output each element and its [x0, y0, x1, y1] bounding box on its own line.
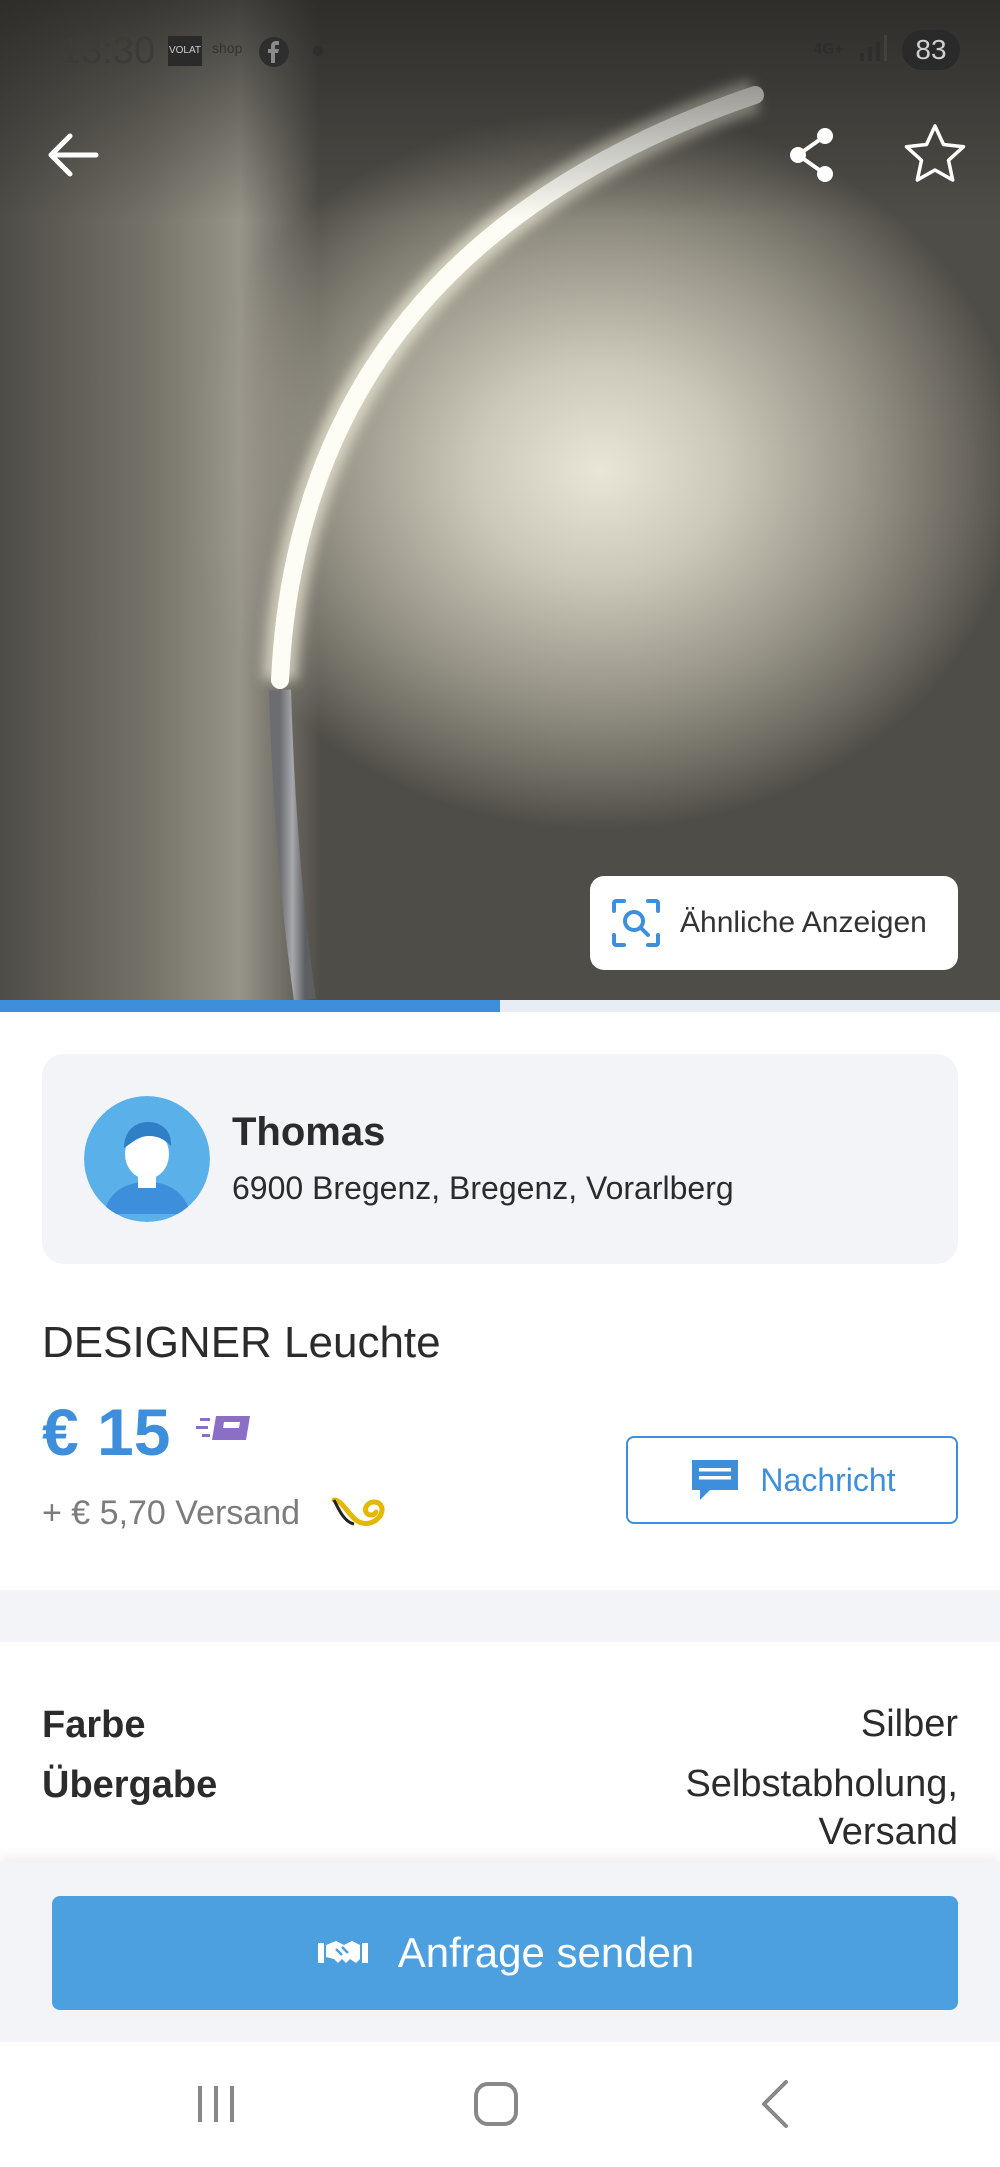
back-button[interactable]	[38, 120, 108, 190]
seller-card[interactable]: Thomas 6900 Bregenz, Bregenz, Vorarlberg	[42, 1054, 958, 1264]
bottom-action-bar: Anfrage senden	[0, 1862, 1000, 2042]
system-navigation-bar	[0, 2042, 1000, 2167]
similar-ads-button[interactable]: Ähnliche Anzeigen	[590, 876, 958, 970]
section-divider	[0, 1590, 1000, 1642]
recent-apps-icon	[198, 2086, 234, 2122]
listing-price: € 15	[42, 1395, 171, 1469]
chat-icon	[692, 1460, 739, 1500]
handshake-icon	[317, 1941, 368, 1963]
shop-notification-icon: shop	[212, 40, 243, 56]
fast-delivery-icon	[196, 1410, 254, 1451]
status-right: 4G+ 83	[813, 30, 960, 70]
post-horn-icon	[330, 1492, 386, 1537]
status-bar: 13:30 VOLAT shop 4G+ 83	[0, 0, 1000, 100]
gallery-progress-fill	[0, 1000, 500, 1012]
recent-apps-button[interactable]	[176, 2074, 256, 2134]
listing-title: DESIGNER Leuchte	[42, 1318, 441, 1367]
attribute-value-uebergabe: Selbstabholung, Versand	[685, 1763, 958, 1853]
system-back-button[interactable]	[736, 2074, 816, 2134]
message-label: Nachricht	[760, 1461, 896, 1498]
attribute-value-farbe: Silber	[860, 1703, 958, 1745]
attribute-label-farbe: Farbe	[42, 1704, 146, 1746]
dot-icon	[312, 44, 324, 74]
user-avatar-icon	[84, 1096, 210, 1222]
message-button[interactable]: Nachricht	[626, 1436, 958, 1524]
chevron-left-icon	[762, 2080, 788, 2128]
battery-indicator: 83	[902, 30, 960, 70]
avatar	[84, 1096, 210, 1222]
status-time: 13:30	[60, 30, 156, 72]
favorite-button[interactable]	[900, 120, 970, 190]
home-button[interactable]	[456, 2074, 536, 2134]
signal-icon	[858, 33, 888, 68]
facebook-icon	[258, 36, 290, 67]
listing-photo[interactable]	[0, 0, 1000, 1000]
network-type: 4G+	[813, 41, 844, 58]
seller-name: Thomas	[232, 1110, 386, 1154]
similar-ads-label: Ähnliche Anzeigen	[680, 906, 927, 939]
share-button[interactable]	[778, 120, 848, 190]
home-icon	[474, 2082, 518, 2126]
seller-location: 6900 Bregenz, Bregenz, Vorarlberg	[232, 1170, 734, 1206]
arrow-left-icon	[48, 133, 99, 177]
attribute-label-uebergabe: Übergabe	[42, 1764, 218, 1806]
star-outline-icon	[904, 124, 966, 182]
send-request-button[interactable]: Anfrage senden	[52, 1896, 958, 2010]
share-icon	[790, 128, 833, 182]
gallery-progress	[0, 1000, 1000, 1012]
app-notification-icon: VOLAT	[168, 36, 202, 66]
shipping-cost: + € 5,70 Versand	[42, 1494, 301, 1532]
search-scan-icon	[612, 899, 660, 947]
send-request-label: Anfrage senden	[397, 1929, 695, 1976]
